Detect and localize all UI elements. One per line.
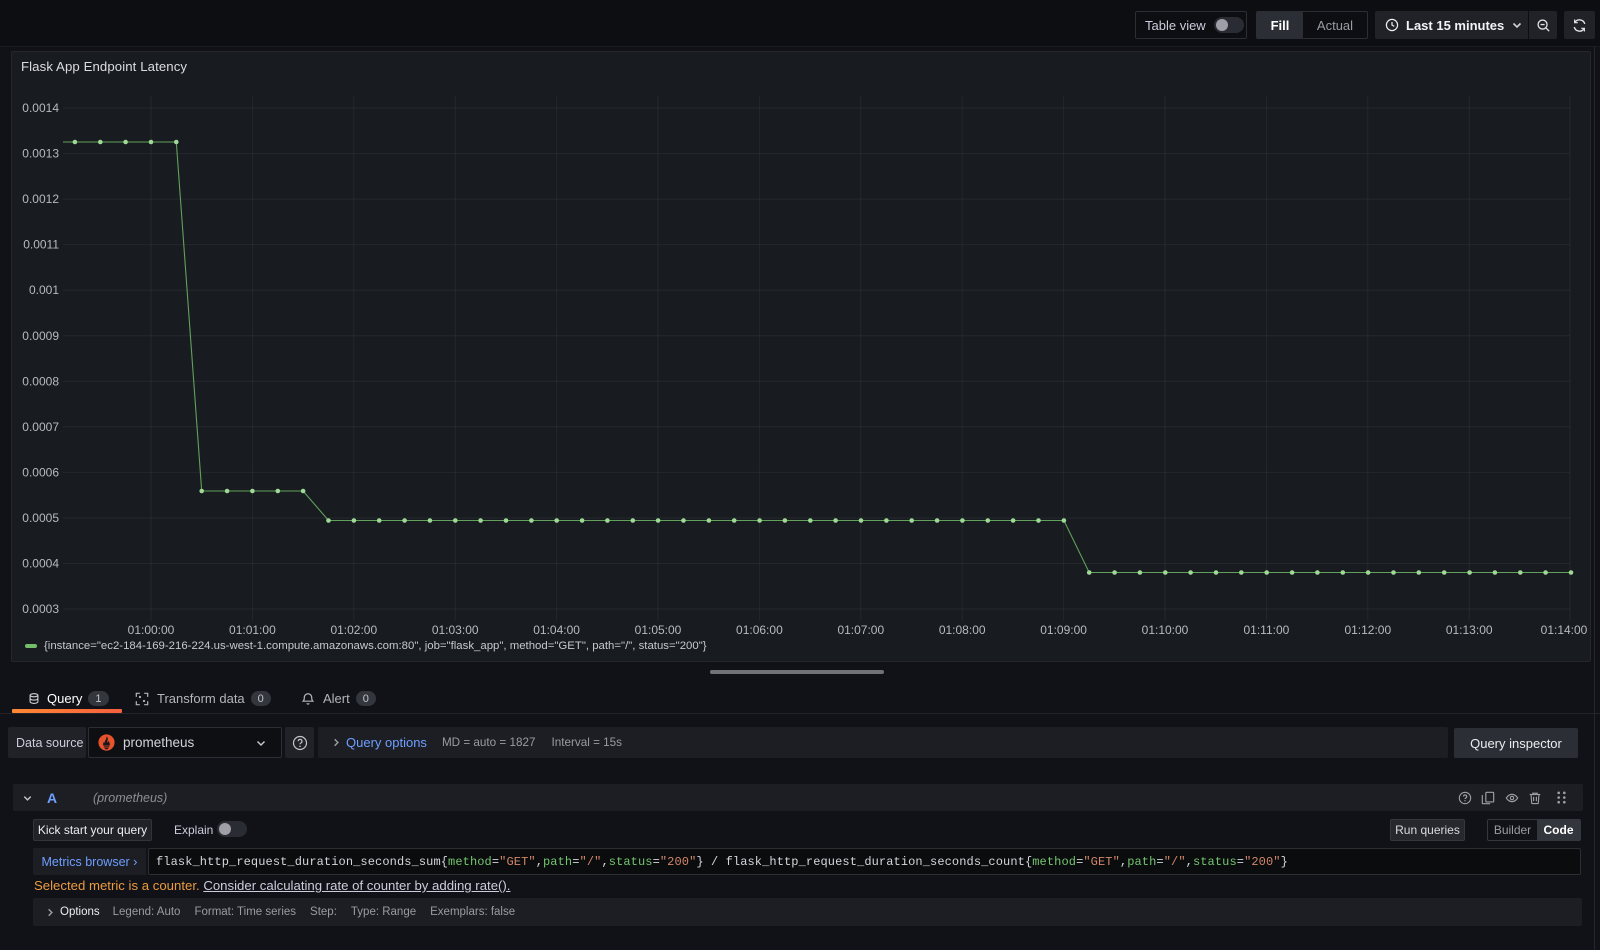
svg-text:01:11:00: 01:11:00 [1243,623,1289,637]
svg-text:01:14:00: 01:14:00 [1541,623,1588,637]
svg-text:0.0004: 0.0004 [22,557,59,571]
svg-text:0.0009: 0.0009 [22,329,59,343]
svg-text:01:00:00: 01:00:00 [128,623,175,637]
svg-text:0.0011: 0.0011 [23,238,59,252]
svg-text:01:12:00: 01:12:00 [1344,623,1391,637]
svg-text:01:01:00: 01:01:00 [229,623,276,637]
svg-text:01:05:00: 01:05:00 [635,623,682,637]
svg-text:0.0012: 0.0012 [22,192,59,206]
svg-text:0.0013: 0.0013 [22,147,59,161]
svg-text:01:04:00: 01:04:00 [533,623,580,637]
svg-text:0.001: 0.001 [29,283,59,297]
svg-text:0.0007: 0.0007 [22,420,59,434]
svg-text:0.0005: 0.0005 [22,511,59,525]
svg-text:0.0003: 0.0003 [22,602,59,616]
svg-text:01:09:00: 01:09:00 [1040,623,1087,637]
svg-text:01:08:00: 01:08:00 [939,623,986,637]
svg-text:0.0006: 0.0006 [22,465,59,479]
svg-text:01:06:00: 01:06:00 [736,623,783,637]
svg-text:01:10:00: 01:10:00 [1142,623,1189,637]
svg-text:0.0008: 0.0008 [22,374,59,388]
svg-text:01:07:00: 01:07:00 [837,623,884,637]
svg-text:01:02:00: 01:02:00 [330,623,377,637]
svg-text:0.0014: 0.0014 [22,101,59,115]
svg-text:01:03:00: 01:03:00 [432,623,479,637]
svg-text:01:13:00: 01:13:00 [1446,623,1493,637]
